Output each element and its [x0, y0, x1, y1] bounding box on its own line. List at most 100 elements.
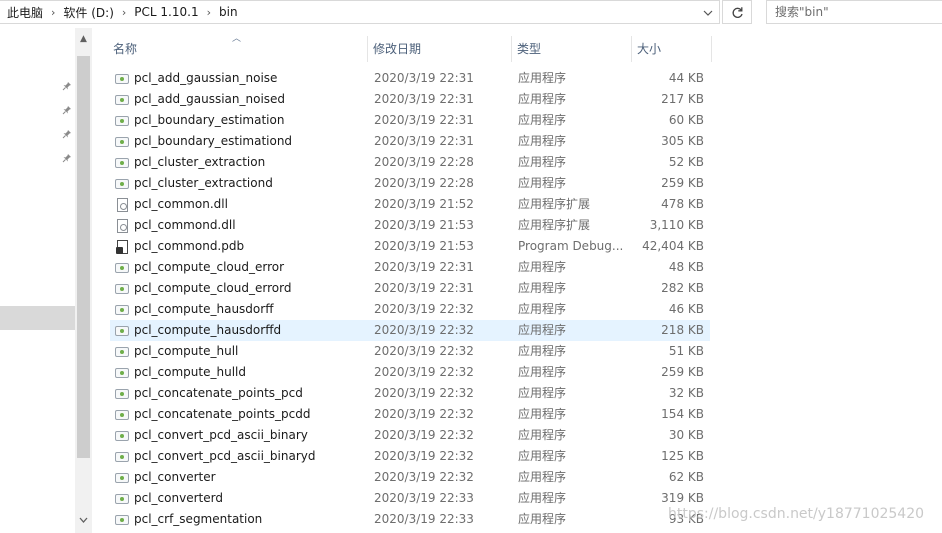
file-type: 应用程序	[518, 386, 567, 400]
exe-icon	[114, 341, 130, 362]
file-date: 2020/3/19 22:33	[374, 491, 474, 505]
file-date: 2020/3/19 22:31	[374, 281, 474, 295]
file-date: 2020/3/19 22:32	[374, 365, 474, 379]
file-name: pcl_cluster_extraction	[134, 155, 266, 169]
file-row[interactable]: pcl_compute_cloud_errord 2020/3/19 22:31 应…	[110, 278, 710, 299]
file-type: 应用程序	[518, 407, 567, 421]
breadcrumb-this-pc[interactable]: 此电脑	[4, 4, 46, 21]
exe-icon	[114, 173, 130, 194]
exe-icon	[114, 404, 130, 425]
file-row[interactable]: pcl_cluster_extractiond 2020/3/19 22:28 应用…	[110, 173, 710, 194]
exe-icon	[114, 68, 130, 89]
file-type: 应用程序	[518, 92, 567, 106]
file-row[interactable]: pcl_compute_hausdorff 2020/3/19 22:32 应用程序…	[110, 299, 710, 320]
file-type: 应用程序扩展	[518, 218, 591, 232]
nav-item-selected[interactable]	[0, 306, 75, 330]
file-name: pcl_compute_hulld	[134, 365, 246, 379]
file-row[interactable]: pcl_concatenate_points_pcdd 2020/3/19 22:…	[110, 404, 710, 425]
file-row[interactable]: pcl_add_gaussian_noise 2020/3/19 22:31 应用程…	[110, 68, 710, 89]
file-date: 2020/3/19 22:33	[374, 512, 474, 526]
file-name: pcl_common.dll	[134, 197, 228, 211]
file-row[interactable]: pcl_converter 2020/3/19 22:32 应用程序 62 KB	[110, 467, 710, 488]
file-type: 应用程序	[518, 260, 567, 274]
chevron-down-icon[interactable]	[696, 1, 720, 25]
file-row[interactable]: pcl_convert_pcd_ascii_binary 2020/3/19 22…	[110, 425, 710, 446]
search-input[interactable]	[775, 5, 935, 19]
file-name: pcl_add_gaussian_noised	[134, 92, 286, 106]
file-row[interactable]: pcl_boundary_estimation 2020/3/19 22:31 应用…	[110, 110, 710, 131]
file-name: pcl_compute_cloud_errord	[134, 281, 292, 295]
exe-icon	[114, 446, 130, 467]
file-row[interactable]: pcl_cluster_extraction 2020/3/19 22:28 应用程…	[110, 152, 710, 173]
file-name: pcl_compute_cloud_error	[134, 260, 285, 274]
breadcrumb-bin[interactable]: bin	[216, 5, 241, 19]
breadcrumb-pcl[interactable]: PCL 1.10.1	[131, 5, 201, 19]
file-row[interactable]: pcl_compute_hull 2020/3/19 22:32 应用程序 51 KB	[110, 341, 710, 362]
file-size: 52 KB	[668, 155, 704, 169]
pin-icon[interactable]	[61, 153, 73, 165]
breadcrumb-separator-icon[interactable]: ›	[46, 6, 60, 19]
address-bar[interactable]: 此电脑 › 软件 (D:) › PCL 1.10.1 › bin	[0, 0, 720, 24]
file-type: 应用程序	[518, 344, 567, 358]
file-date: 2020/3/19 21:53	[374, 218, 474, 232]
file-size: 259 KB	[661, 176, 704, 190]
file-row[interactable]: pcl_commond.pdb 2020/3/19 21:53 Program De…	[110, 236, 710, 257]
exe-icon	[114, 467, 130, 488]
file-row[interactable]: pcl_compute_hulld 2020/3/19 22:32 应用程序 259 …	[110, 362, 710, 383]
file-row[interactable]: pcl_commond.dll 2020/3/19 21:53 应用程序扩展 3,11…	[110, 215, 710, 236]
column-type-header[interactable]: 类型	[512, 36, 632, 62]
column-date-header[interactable]: 修改日期	[368, 36, 512, 62]
file-size: 305 KB	[661, 134, 704, 148]
refresh-icon	[732, 6, 743, 18]
scroll-down-icon[interactable]	[75, 516, 92, 530]
file-row[interactable]: pcl_compute_hausdorffd 2020/3/19 22:32 应用程…	[110, 320, 710, 341]
exe-icon	[114, 425, 130, 446]
file-row[interactable]: pcl_compute_cloud_error 2020/3/19 22:31 应用…	[110, 257, 710, 278]
pin-icon[interactable]	[61, 105, 73, 117]
file-type: 应用程序	[518, 323, 567, 337]
file-name: pcl_compute_hull	[134, 344, 239, 358]
file-row[interactable]: pcl_concatenate_points_pcd 2020/3/19 22:3…	[110, 383, 710, 404]
exe-icon	[114, 362, 130, 383]
file-type: 应用程序	[518, 302, 567, 316]
file-row[interactable]: pcl_convert_pcd_ascii_binaryd 2020/3/19 2…	[110, 446, 710, 467]
file-size: 154 KB	[661, 407, 704, 421]
column-size-header[interactable]: 大小	[632, 36, 712, 62]
file-size: 32 KB	[668, 386, 704, 400]
search-box[interactable]	[766, 0, 942, 24]
file-size: 62 KB	[668, 470, 704, 484]
refresh-button[interactable]	[722, 0, 752, 24]
file-size: 60 KB	[668, 113, 704, 127]
toolbar: 此电脑 › 软件 (D:) › PCL 1.10.1 › bin	[0, 0, 942, 26]
file-type: 应用程序	[518, 365, 567, 379]
file-name: pcl_converterd	[134, 491, 223, 505]
file-row[interactable]: pcl_boundary_estimationd 2020/3/19 22:31 应…	[110, 131, 710, 152]
file-size: 44 KB	[668, 71, 704, 85]
file-row[interactable]: pcl_crf_segmentation 2020/3/19 22:33 应用程序 9…	[110, 509, 710, 530]
scroll-up-icon[interactable]: ▲	[75, 34, 92, 48]
file-size: 125 KB	[661, 449, 704, 463]
file-size: 30 KB	[668, 428, 704, 442]
pin-icon[interactable]	[61, 81, 73, 93]
file-size: 282 KB	[661, 281, 704, 295]
file-name: pcl_concatenate_points_pcd	[134, 386, 303, 400]
column-name-header[interactable]: 名称	[108, 36, 368, 62]
breadcrumb-separator-icon[interactable]: ›	[202, 6, 216, 19]
pin-icon[interactable]	[61, 129, 73, 141]
file-type: 应用程序	[518, 176, 567, 190]
file-name: pcl_add_gaussian_noise	[134, 71, 278, 85]
scrollbar-thumb[interactable]	[77, 56, 90, 458]
nav-scrollbar[interactable]: ▲	[75, 28, 92, 533]
file-row[interactable]: pcl_add_gaussian_noised 2020/3/19 22:31 应用…	[110, 89, 710, 110]
breadcrumb-separator-icon[interactable]: ›	[117, 6, 131, 19]
file-date: 2020/3/19 22:31	[374, 134, 474, 148]
watermark: https://blog.csdn.net/y18771025420	[668, 506, 925, 522]
file-name: pcl_commond.pdb	[134, 239, 245, 253]
file-row[interactable]: pcl_common.dll 2020/3/19 21:52 应用程序扩展 478 K…	[110, 194, 710, 215]
file-date: 2020/3/19 22:32	[374, 302, 474, 316]
breadcrumb-drive-d[interactable]: 软件 (D:)	[60, 4, 116, 21]
exe-icon	[114, 488, 130, 509]
file-name: pcl_crf_segmentation	[134, 512, 263, 526]
file-size: 46 KB	[668, 302, 704, 316]
file-row[interactable]: pcl_converterd 2020/3/19 22:33 应用程序 319 KB	[110, 488, 710, 509]
